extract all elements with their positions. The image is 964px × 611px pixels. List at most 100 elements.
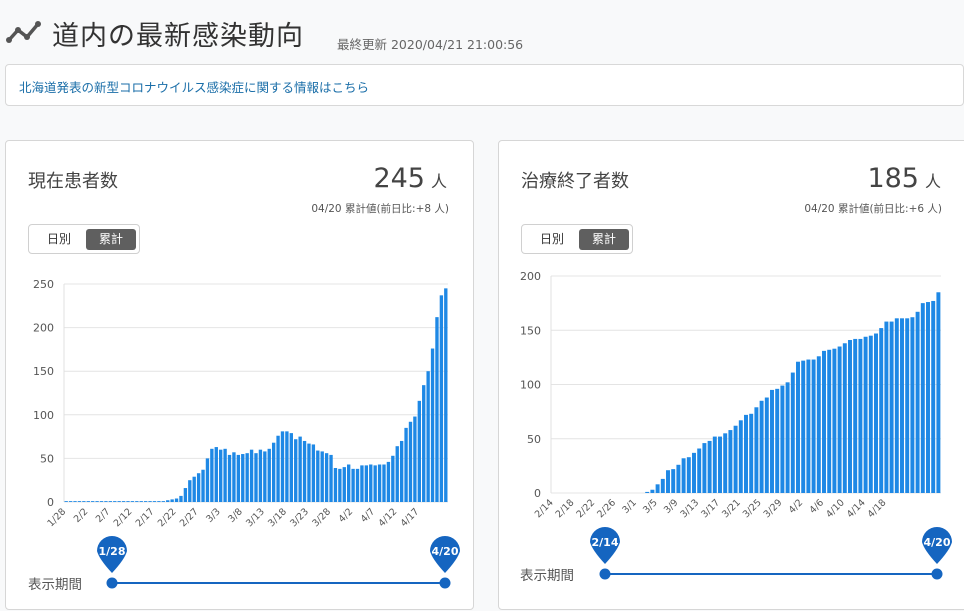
bar[interactable] (749, 413, 754, 493)
bar[interactable] (926, 302, 930, 493)
bar[interactable] (832, 348, 837, 493)
bar[interactable] (785, 382, 790, 493)
bar[interactable] (320, 451, 324, 502)
bar[interactable] (298, 436, 302, 502)
bar[interactable] (439, 295, 444, 502)
bar[interactable] (702, 443, 707, 493)
bar[interactable] (86, 501, 90, 502)
bar[interactable] (408, 421, 413, 502)
slider-start-handle[interactable] (106, 577, 118, 589)
bar[interactable] (183, 488, 188, 502)
bar[interactable] (201, 469, 205, 502)
bar[interactable] (905, 318, 910, 493)
bar[interactable] (214, 447, 218, 502)
bar[interactable] (404, 427, 408, 502)
bar[interactable] (863, 336, 868, 493)
bar[interactable] (219, 449, 223, 502)
bar[interactable] (135, 501, 139, 502)
bar[interactable] (435, 317, 439, 502)
bar[interactable] (936, 292, 941, 493)
bar[interactable] (894, 318, 899, 493)
slider-end-handle[interactable] (439, 577, 451, 589)
bar[interactable] (126, 501, 130, 502)
bar[interactable] (827, 349, 832, 493)
bar[interactable] (759, 400, 764, 493)
bar[interactable] (280, 431, 285, 502)
bar[interactable] (263, 451, 267, 502)
bar[interactable] (430, 348, 435, 502)
bar[interactable] (77, 501, 82, 502)
bar[interactable] (196, 473, 201, 502)
bar[interactable] (770, 389, 774, 493)
bar[interactable] (117, 501, 121, 502)
bar[interactable] (130, 501, 135, 502)
bar[interactable] (660, 478, 665, 493)
bar[interactable] (174, 498, 179, 502)
bar[interactable] (254, 453, 258, 502)
bar[interactable] (842, 343, 847, 493)
bar[interactable] (91, 501, 95, 502)
bar[interactable] (645, 491, 650, 493)
bar[interactable] (382, 464, 386, 502)
bar[interactable] (143, 501, 148, 502)
bar[interactable] (342, 467, 346, 502)
bar[interactable] (258, 449, 263, 502)
bar[interactable] (236, 454, 241, 502)
bar[interactable] (316, 450, 320, 502)
bar[interactable] (879, 328, 884, 493)
bar[interactable] (99, 501, 104, 502)
bar[interactable] (733, 425, 738, 493)
bar[interactable] (241, 454, 245, 502)
bar[interactable] (889, 321, 894, 493)
bar[interactable] (391, 455, 395, 502)
bar[interactable] (166, 500, 170, 502)
bar[interactable] (245, 453, 249, 502)
bar[interactable] (121, 501, 126, 502)
bar[interactable] (179, 495, 183, 502)
slider-start-handle[interactable] (599, 568, 611, 580)
bar[interactable] (311, 444, 316, 502)
bar[interactable] (900, 318, 904, 493)
bar[interactable] (223, 448, 227, 502)
bar[interactable] (816, 356, 821, 493)
bar[interactable] (161, 501, 165, 502)
bar[interactable] (811, 359, 816, 493)
bar[interactable] (302, 440, 307, 502)
bar[interactable] (139, 501, 143, 502)
bar[interactable] (373, 465, 377, 502)
bar[interactable] (910, 317, 915, 493)
bar[interactable] (822, 350, 826, 493)
bar[interactable] (360, 465, 364, 502)
bar[interactable] (347, 464, 351, 502)
bar[interactable] (790, 372, 795, 493)
bar[interactable] (64, 501, 68, 502)
bar[interactable] (271, 442, 276, 502)
bar[interactable] (780, 385, 785, 493)
bar[interactable] (744, 414, 748, 493)
bar[interactable] (369, 464, 373, 502)
bar[interactable] (426, 371, 430, 502)
bar[interactable] (853, 338, 858, 493)
bar[interactable] (796, 361, 800, 493)
bar[interactable] (289, 433, 293, 502)
bar[interactable] (915, 311, 920, 493)
bar[interactable] (108, 501, 113, 502)
bar[interactable] (931, 300, 936, 493)
bar[interactable] (73, 501, 77, 502)
bar[interactable] (113, 501, 117, 502)
bar[interactable] (170, 499, 174, 502)
bar[interactable] (707, 440, 712, 493)
bar[interactable] (148, 501, 152, 502)
bar[interactable] (249, 449, 254, 502)
bar[interactable] (276, 435, 280, 502)
bar[interactable] (417, 400, 421, 502)
bar[interactable] (671, 469, 676, 493)
bar[interactable] (874, 333, 878, 493)
bar[interactable] (157, 501, 161, 502)
bar[interactable] (351, 468, 355, 502)
bar[interactable] (444, 288, 448, 502)
bar[interactable] (227, 454, 232, 502)
bar[interactable] (837, 346, 842, 493)
bar[interactable] (723, 433, 728, 493)
bar[interactable] (285, 431, 289, 502)
